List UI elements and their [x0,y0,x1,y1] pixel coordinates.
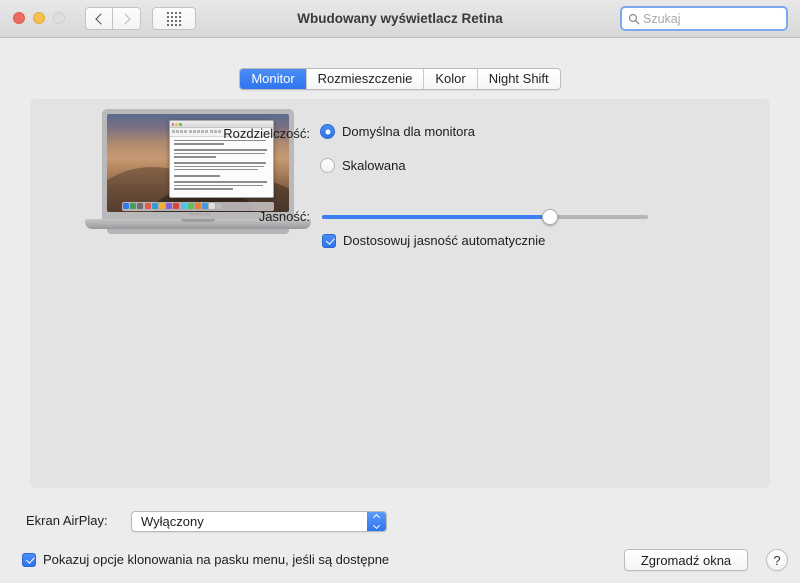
radio-icon[interactable] [320,158,335,173]
checkbox-icon[interactable] [22,553,36,567]
gather-windows-button[interactable]: Zgromadź okna [624,549,748,571]
resolution-option-scaled-label: Skalowana [342,158,406,173]
resolution-label: Rozdzielczość: [210,126,310,141]
checkbox-icon[interactable] [322,234,336,248]
textedit-document-text [170,137,274,194]
airplay-display-select[interactable]: Wyłączony [131,511,387,532]
search-field[interactable] [620,6,788,31]
laptop-device-label: MacBook Pro [190,212,210,216]
resolution-option-default-label: Domyślna dla monitora [342,124,475,139]
tab-arrangement[interactable]: Rozmieszczenie [307,69,425,89]
mirroring-menu-label: Pokazuj opcje klonowania na pasku menu, … [43,552,389,567]
search-input[interactable] [643,12,780,26]
tab-bar: Monitor Rozmieszczenie Kolor Night Shift [0,68,800,90]
mirroring-menu-checkbox-row[interactable]: Pokazuj opcje klonowania na pasku menu, … [22,552,389,567]
airplay-selected-value: Wyłączony [141,512,204,531]
monitor-settings-panel: MacBook Pro Rozdzielczość: Domyślna dla … [30,99,770,488]
auto-brightness-label: Dostosowuj jasność automatycznie [343,233,545,248]
resolution-option-scaled[interactable]: Skalowana [320,158,406,173]
laptop-foot [107,229,289,234]
tab-color[interactable]: Kolor [424,69,477,89]
auto-brightness-checkbox-row[interactable]: Dostosowuj jasność automatycznie [322,233,545,248]
tab-night-shift[interactable]: Night Shift [478,69,560,89]
window-titlebar: Wbudowany wyświetlacz Retina [0,0,800,38]
slider-thumb[interactable] [542,209,558,225]
help-button[interactable]: ? [766,549,788,571]
resolution-option-default[interactable]: Domyślna dla monitora [320,124,475,139]
airplay-label: Ekran AirPlay: [26,513,108,528]
system-preferences-window: Wbudowany wyświetlacz Retina Monitor Roz… [0,0,800,583]
tab-monitor[interactable]: Monitor [240,69,306,89]
search-icon [628,13,640,25]
brightness-label: Jasność: [245,209,310,224]
slider-fill [322,215,550,219]
brightness-slider[interactable] [322,209,648,225]
radio-icon[interactable] [320,124,335,139]
chevron-updown-icon[interactable] [367,512,386,531]
laptop-notch [181,219,215,222]
